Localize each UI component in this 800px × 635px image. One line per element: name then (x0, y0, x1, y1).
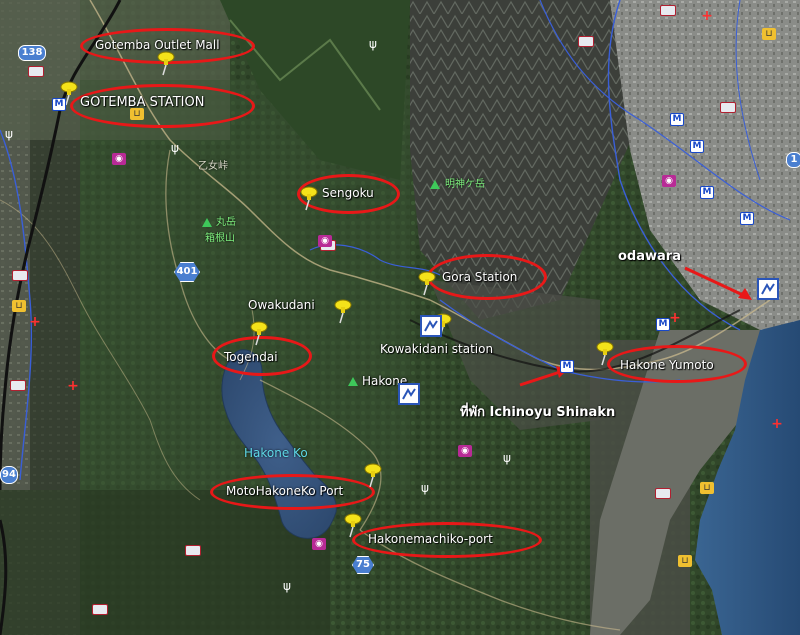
cross-icon[interactable]: + (770, 417, 784, 431)
cross-icon[interactable]: + (66, 379, 80, 393)
bed-icon[interactable] (92, 604, 108, 615)
label-kowakidani[interactable]: Kowakidani station (380, 342, 493, 356)
label-motohakoneko[interactable]: MotoHakoneKo Port (226, 484, 343, 498)
annotation-hotel: ที่พัก Ichinoyu Shinakn (460, 405, 616, 420)
cross-icon[interactable]: + (700, 9, 714, 23)
bed-icon[interactable] (185, 545, 201, 556)
bed-icon[interactable] (28, 66, 44, 77)
camera-icon[interactable]: ◉ (458, 445, 472, 457)
resort-icon[interactable] (757, 278, 779, 300)
camera-icon[interactable]: ◉ (662, 175, 676, 187)
metro-icon[interactable]: M (52, 98, 66, 111)
annotation-odawara: odawara (618, 249, 681, 264)
label-gora-station[interactable]: Gora Station (442, 270, 517, 284)
pushpin-icon[interactable] (594, 340, 616, 366)
mountain-icon (348, 377, 358, 386)
pushpin-icon[interactable] (342, 512, 364, 538)
cross-icon[interactable]: + (28, 315, 42, 329)
fork-icon[interactable]: ψ (2, 128, 16, 140)
resort-icon[interactable] (420, 315, 442, 337)
map-view[interactable]: Gotemba Outlet Mall GOTEMBA STATION Seng… (0, 0, 800, 635)
label-owakudani[interactable]: Owakudani (248, 298, 315, 312)
mountain-icon (202, 218, 212, 227)
fork-icon[interactable]: ψ (500, 452, 514, 464)
bed-icon[interactable] (660, 5, 676, 16)
bed-icon[interactable] (655, 488, 671, 499)
label-maru-dake: 丸岳 (216, 217, 236, 228)
label-sengoku[interactable]: Sengoku (322, 186, 374, 200)
label-otome: 乙女峠 (198, 161, 228, 172)
pushpin-icon[interactable] (248, 320, 270, 346)
label-hakone-yumoto[interactable]: Hakone Yumoto (620, 358, 714, 372)
cart-icon[interactable]: ⊔ (678, 555, 692, 567)
mountain-icon (430, 180, 440, 189)
pushpin-icon[interactable] (298, 185, 320, 211)
route-shield-1: 1 (786, 152, 800, 168)
camera-icon[interactable]: ◉ (318, 235, 332, 247)
pushpin-icon[interactable] (155, 50, 177, 76)
metro-icon[interactable]: M (690, 140, 704, 153)
fork-icon[interactable]: ψ (418, 482, 432, 494)
pushpin-icon[interactable] (416, 270, 438, 296)
fork-icon[interactable]: ψ (280, 580, 294, 592)
bed-icon[interactable] (12, 270, 28, 281)
route-shield-138: 138 (18, 45, 46, 61)
label-hakone-ko[interactable]: Hakone Ko (244, 446, 308, 460)
camera-icon[interactable]: ◉ (312, 538, 326, 550)
metro-icon[interactable]: M (656, 318, 670, 331)
resort-icon[interactable] (398, 383, 420, 405)
metro-icon[interactable]: M (560, 360, 574, 373)
bed-icon[interactable] (578, 36, 594, 47)
cart-icon[interactable]: ⊔ (700, 482, 714, 494)
fork-icon[interactable]: ψ (168, 142, 182, 154)
bed-icon[interactable] (720, 102, 736, 113)
route-shield-94: 94 (0, 466, 18, 484)
cross-icon[interactable]: + (668, 311, 682, 325)
label-togendai[interactable]: Togendai (224, 350, 278, 364)
label-hakone-yama: 箱根山 (205, 233, 235, 244)
metro-icon[interactable]: M (700, 186, 714, 199)
cart-icon[interactable]: ⊔ (130, 108, 144, 120)
pushpin-icon[interactable] (362, 462, 384, 488)
label-myojin: 明神ケ岳 (445, 179, 485, 190)
bed-icon[interactable] (10, 380, 26, 391)
cart-icon[interactable]: ⊔ (12, 300, 26, 312)
pushpin-icon[interactable] (332, 298, 354, 324)
metro-icon[interactable]: M (670, 113, 684, 126)
fork-icon[interactable]: ψ (366, 38, 380, 50)
cart-icon[interactable]: ⊔ (762, 28, 776, 40)
label-hakonemachiko[interactable]: Hakonemachiko-port (368, 532, 493, 546)
camera-icon[interactable]: ◉ (112, 153, 126, 165)
metro-icon[interactable]: M (740, 212, 754, 225)
